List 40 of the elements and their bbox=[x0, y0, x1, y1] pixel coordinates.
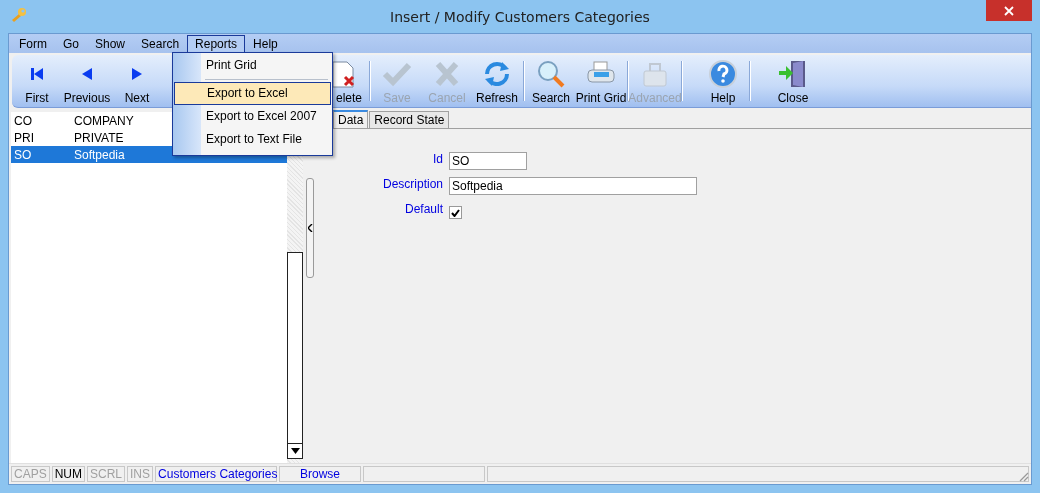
menu-option[interactable]: Export to Excel 2007 bbox=[173, 105, 332, 128]
menu-item[interactable]: Show bbox=[87, 34, 134, 53]
tab[interactable]: Data bbox=[333, 110, 369, 128]
menu-option[interactable]: Export to Excel bbox=[174, 82, 331, 105]
splitter-handle[interactable] bbox=[306, 177, 314, 278]
checkmark-icon bbox=[451, 208, 460, 217]
toolbar-button[interactable]: Close bbox=[768, 55, 818, 107]
toolbar-button[interactable]: First bbox=[12, 55, 62, 107]
status-form-name: Customers Categories bbox=[155, 466, 278, 482]
toolbar-button[interactable]: Help bbox=[698, 55, 748, 107]
toolbar-button[interactable]: Refresh bbox=[472, 55, 522, 107]
search-icon bbox=[535, 59, 567, 89]
toolbar-button[interactable]: Previous bbox=[62, 55, 112, 107]
close-button[interactable] bbox=[986, 0, 1032, 21]
toolbar-button[interactable]: Print Grid bbox=[576, 55, 626, 107]
id-field[interactable]: SO bbox=[449, 152, 527, 170]
status-mode: Browse bbox=[279, 466, 362, 482]
menu-item[interactable]: Reports bbox=[187, 34, 246, 53]
menu-item[interactable]: Go bbox=[55, 34, 87, 53]
down-arrow-icon bbox=[290, 448, 300, 454]
toolbar-button[interactable]: Search bbox=[526, 55, 576, 107]
window-title: Insert / Modify Customers Categories bbox=[390, 8, 650, 25]
menu-item[interactable]: Help bbox=[245, 34, 286, 53]
field-label: Description bbox=[381, 177, 443, 191]
field-label: Default bbox=[403, 202, 443, 216]
close-icon bbox=[1004, 5, 1014, 16]
size-grip-icon bbox=[1019, 472, 1029, 482]
help-icon bbox=[707, 59, 739, 89]
status-indicator: NUM bbox=[51, 466, 85, 482]
menu-item[interactable]: Form bbox=[11, 34, 55, 53]
toolbar-button[interactable]: Next bbox=[112, 55, 162, 107]
status-indicator: SCRL bbox=[87, 466, 126, 482]
description-field[interactable]: Softpedia bbox=[449, 177, 697, 195]
scrollbar[interactable] bbox=[287, 252, 303, 459]
status-indicator: CAPS bbox=[11, 466, 50, 482]
tab[interactable]: Record State bbox=[369, 111, 450, 128]
status-indicator: INS bbox=[127, 466, 154, 482]
menu-item[interactable]: Search bbox=[133, 34, 188, 53]
field-label: Id bbox=[432, 152, 443, 166]
default-checkbox[interactable] bbox=[449, 206, 462, 219]
